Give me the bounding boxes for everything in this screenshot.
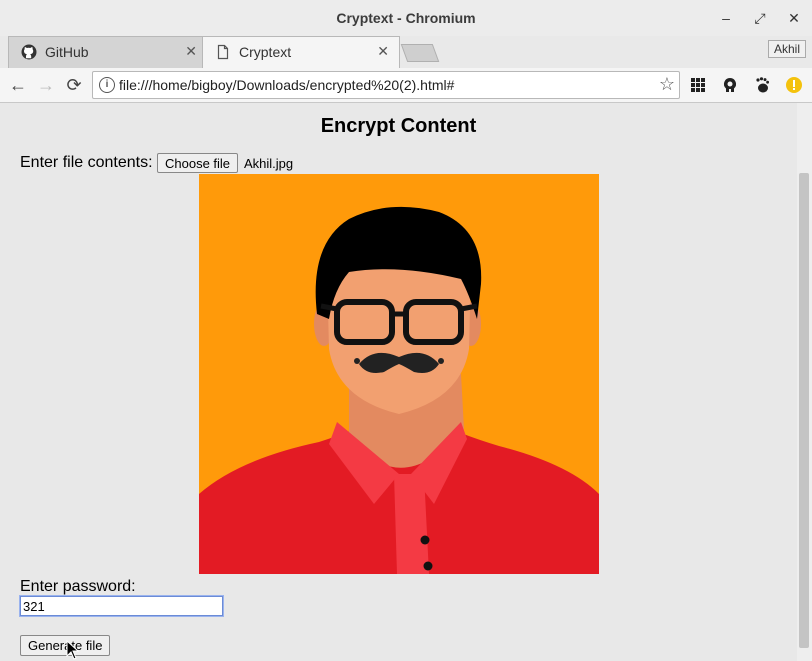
window-titlebar: Cryptext - Chromium – ⤢ ✕ <box>0 0 812 36</box>
scrollbar-thumb[interactable] <box>799 173 809 648</box>
info-icon[interactable]: i <box>99 77 115 93</box>
tab-cryptext-close-icon[interactable]: ✕ <box>377 43 389 60</box>
avatar-illustration <box>199 174 599 574</box>
profile-button[interactable]: Akhil <box>767 40 806 58</box>
password-label: Enter password: <box>20 578 136 595</box>
page-heading: Encrypt Content <box>320 115 477 137</box>
back-arrow-icon[interactable]: ← <box>6 73 30 97</box>
apps-grid-icon[interactable] <box>688 75 708 95</box>
image-preview <box>199 174 599 574</box>
close-window-button[interactable]: ✕ <box>784 8 804 28</box>
page-scrollbar[interactable] <box>797 103 812 661</box>
github-icon <box>21 44 37 60</box>
selected-file-name: Akhil.jpg <box>244 156 294 171</box>
window-title: Cryptext - Chromium <box>336 10 476 26</box>
address-bar[interactable]: i file:///home/bigboy/Downloads/encrypte… <box>92 71 680 99</box>
new-tab-button[interactable] <box>400 44 440 62</box>
bookmark-star-icon[interactable]: ☆ <box>659 74 675 95</box>
tab-cryptext-label: Cryptext <box>239 44 292 60</box>
gnome-foot-icon[interactable] <box>752 75 772 95</box>
file-contents-label: Enter file contents: <box>20 154 153 171</box>
choose-file-button[interactable]: Choose file <box>157 153 239 173</box>
minimize-button[interactable]: – <box>716 8 736 28</box>
page-content: Encrypt Content Enter file contents: Cho… <box>0 103 797 661</box>
forward-arrow-icon[interactable]: → <box>34 73 58 97</box>
document-icon <box>217 44 229 60</box>
reload-icon[interactable]: ⟳ <box>62 73 86 97</box>
tab-cryptext[interactable]: Cryptext ✕ <box>202 36 400 68</box>
mouse-cursor-icon <box>66 640 80 660</box>
password-input[interactable] <box>20 596 223 616</box>
tab-github-label: GitHub <box>45 44 89 60</box>
maximize-button[interactable]: ⤢ <box>750 8 770 28</box>
browser-toolbar: ← → ⟳ i file:///home/bigboy/Downloads/en… <box>0 68 812 103</box>
tab-github-close-icon[interactable]: ✕ <box>185 43 197 60</box>
octotree-icon[interactable] <box>720 75 740 95</box>
tab-github[interactable]: GitHub ✕ <box>8 36 208 68</box>
warning-icon[interactable] <box>784 75 804 95</box>
url-text[interactable]: file:///home/bigboy/Downloads/encrypted%… <box>119 77 454 93</box>
tab-strip: GitHub ✕ Cryptext ✕ Akhil <box>0 36 812 68</box>
